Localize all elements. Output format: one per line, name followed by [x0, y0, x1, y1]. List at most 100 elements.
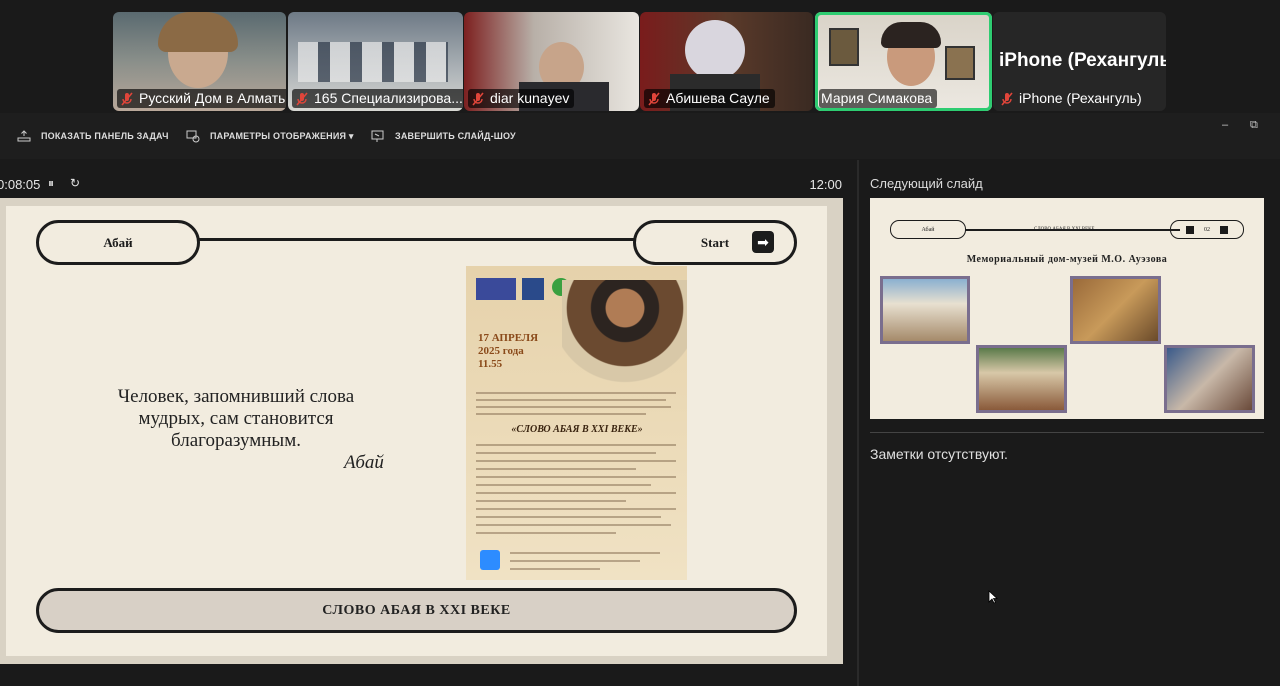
participant-strip: Русский Дом в Алматы 165 Специализирова.…: [0, 0, 1280, 113]
university-logo: [476, 278, 516, 300]
abay-pill: Абай: [890, 220, 966, 239]
taskbar-icon: [17, 130, 31, 142]
quote-line: Человек, запомнивший слова: [117, 386, 355, 407]
participant-video: [685, 20, 745, 80]
display-settings-icon: [186, 130, 200, 143]
display-settings-label: ПАРАМЕТРЫ ОТОБРАЖЕНИЯ ▾: [210, 130, 354, 141]
participant-name: iPhone (Рехангуль): [997, 89, 1147, 108]
muted-mic-icon: [648, 91, 660, 106]
muted-mic-icon: [121, 91, 133, 106]
event-poster: 17 АПРЕЛЯ 2025 года 11.55 «СЛОВО АБАЯ В …: [466, 266, 687, 580]
poster-text-line: [476, 460, 676, 462]
participant-name-text: 165 Специализирова...: [314, 90, 463, 106]
poster-text-line: [476, 452, 656, 454]
quote-line: благоразумным.: [171, 430, 301, 451]
participant-name-text: iPhone (Рехангуль): [1019, 90, 1142, 106]
next-slide-preview[interactable]: Абай СЛОВО АБАЯ В XXI ВЕКЕ 02 Мемориальн…: [870, 198, 1264, 419]
participant-video: [881, 22, 941, 48]
show-taskbar-label: ПОКАЗАТЬ ПАНЕЛЬ ЗАДАЧ: [41, 131, 169, 141]
poster-text-line: [476, 516, 661, 518]
museum-photo: [880, 276, 970, 344]
participant-name: Абишева Сауле: [644, 89, 775, 108]
speaker-notes: Заметки отсутствуют.: [870, 446, 1008, 462]
current-slide-frame: Абай Start ➡ Человек, запомнивший слова …: [0, 198, 843, 664]
participant-name: Мария Симакова: [819, 89, 938, 108]
panel-splitter[interactable]: [857, 160, 859, 686]
poster-text-line: [476, 492, 676, 494]
participant-name: 165 Специализирова...: [292, 89, 463, 108]
quote-text: Человек, запомнивший слова мудрых, сам с…: [76, 386, 396, 452]
participant-tile-active[interactable]: Мария Симакова: [815, 12, 992, 111]
partner-logo: [522, 278, 544, 300]
participant-name-text: diar kunayev: [490, 90, 570, 106]
participant-video: [945, 46, 975, 80]
poster-text-line: [476, 484, 651, 486]
participant-display-name: iPhone (Рехангуль): [999, 50, 1166, 71]
poster-text-line: [476, 476, 676, 478]
abay-portrait: [562, 280, 687, 392]
quote-line: мудрых, сам становится: [138, 408, 334, 429]
poster-text-line: [510, 552, 660, 554]
abay-pill-label: Абай: [103, 234, 133, 250]
participant-name: diar kunayev: [468, 89, 575, 108]
participant-name-text: Мария Симакова: [821, 90, 933, 106]
next-slide-label: Следующий слайд: [870, 176, 983, 191]
poster-text-line: [476, 532, 616, 534]
display-settings-button[interactable]: ПАРАМЕТРЫ ОТОБРАЖЕНИЯ ▾: [186, 129, 354, 143]
museum-photo: [1070, 276, 1161, 344]
participant-name-text: Русский Дом в Алматы: [139, 90, 286, 106]
poster-text-line: [510, 560, 640, 562]
current-slide[interactable]: Абай Start ➡ Человек, запомнивший слова …: [6, 206, 827, 656]
participant-tile[interactable]: 165 Специализирова...: [288, 12, 463, 111]
poster-text-line: [476, 392, 676, 394]
page-number: 02: [1204, 226, 1210, 233]
muted-mic-icon: [296, 91, 308, 106]
minimize-button[interactable]: –: [1222, 119, 1228, 131]
abay-pill: Абай: [36, 220, 200, 265]
museum-photo: [976, 345, 1067, 413]
reset-timer-button[interactable]: ↻: [70, 176, 80, 190]
poster-text-line: [476, 399, 666, 401]
show-taskbar-button[interactable]: ПОКАЗАТЬ ПАНЕЛЬ ЗАДАЧ: [17, 129, 169, 143]
event-date: 17 АПРЕЛЯ 2025 года 11.55: [478, 332, 538, 371]
pause-timer-button[interactable]: ⏸: [48, 176, 54, 191]
participant-tile[interactable]: Абишева Сауле: [640, 12, 813, 111]
next-slide-title: Мемориальный дом-музей М.О. Ауэзова: [966, 254, 1168, 265]
current-time: 12:00: [809, 177, 842, 192]
prev-arrow-icon: [1186, 225, 1194, 234]
zoom-icon: [480, 550, 500, 570]
poster-title: «СЛОВО АБАЯ В XXI ВЕКЕ»: [511, 424, 643, 435]
participant-name-text: Абишева Сауле: [666, 90, 770, 106]
bottom-title-label: СЛОВО АБАЯ В XXI ВЕКЕ: [322, 602, 511, 618]
participant-tile[interactable]: diar kunayev: [464, 12, 639, 111]
notes-divider: [870, 432, 1264, 433]
bottom-title-pill: СЛОВО АБАЯ В XXI ВЕКЕ: [36, 588, 797, 633]
next-slide-center-text: СЛОВО АБАЯ В XXI ВЕКЕ: [1034, 227, 1095, 232]
muted-mic-icon: [472, 91, 484, 106]
poster-text-line: [476, 500, 626, 502]
event-date-day: 17 АПРЕЛЯ: [478, 332, 539, 344]
restore-button[interactable]: ⧉: [1250, 119, 1258, 132]
poster-text-line: [476, 413, 646, 415]
poster-text-line: [476, 406, 671, 408]
poster-text-line: [476, 524, 671, 526]
event-date-time: 11.55: [478, 358, 503, 370]
arrow-right-icon: ➡: [752, 231, 774, 253]
presenter-toolbar: ПОКАЗАТЬ ПАНЕЛЬ ЗАДАЧ ПАРАМЕТРЫ ОТОБРАЖЕ…: [0, 113, 1280, 159]
timer-row: 0:08:05 ⏸ ↻ 12:00: [0, 170, 850, 198]
end-slideshow-button[interactable]: ЗАВЕРШИТЬ СЛАЙД-ШОУ: [371, 129, 516, 143]
abay-pill-label: Абай: [921, 226, 935, 233]
participant-name: Русский Дом в Алматы: [117, 89, 286, 108]
participant-tile[interactable]: Русский Дом в Алматы: [113, 12, 286, 111]
poster-text-line: [510, 568, 600, 570]
poster-text-line: [476, 468, 636, 470]
participant-tile[interactable]: iPhone (Рехангуль) iPhone (Рехангуль): [993, 12, 1166, 111]
poster-text-line: [476, 508, 676, 510]
mouse-cursor-icon: [988, 590, 998, 604]
page-nav-pill: 02: [1170, 220, 1244, 239]
quote-author: Абай: [344, 452, 384, 473]
end-slideshow-label: ЗАВЕРШИТЬ СЛАЙД-ШОУ: [395, 131, 516, 141]
participant-video: [829, 28, 859, 66]
elapsed-timer: 0:08:05: [0, 177, 41, 192]
poster-text-line: [476, 444, 676, 446]
